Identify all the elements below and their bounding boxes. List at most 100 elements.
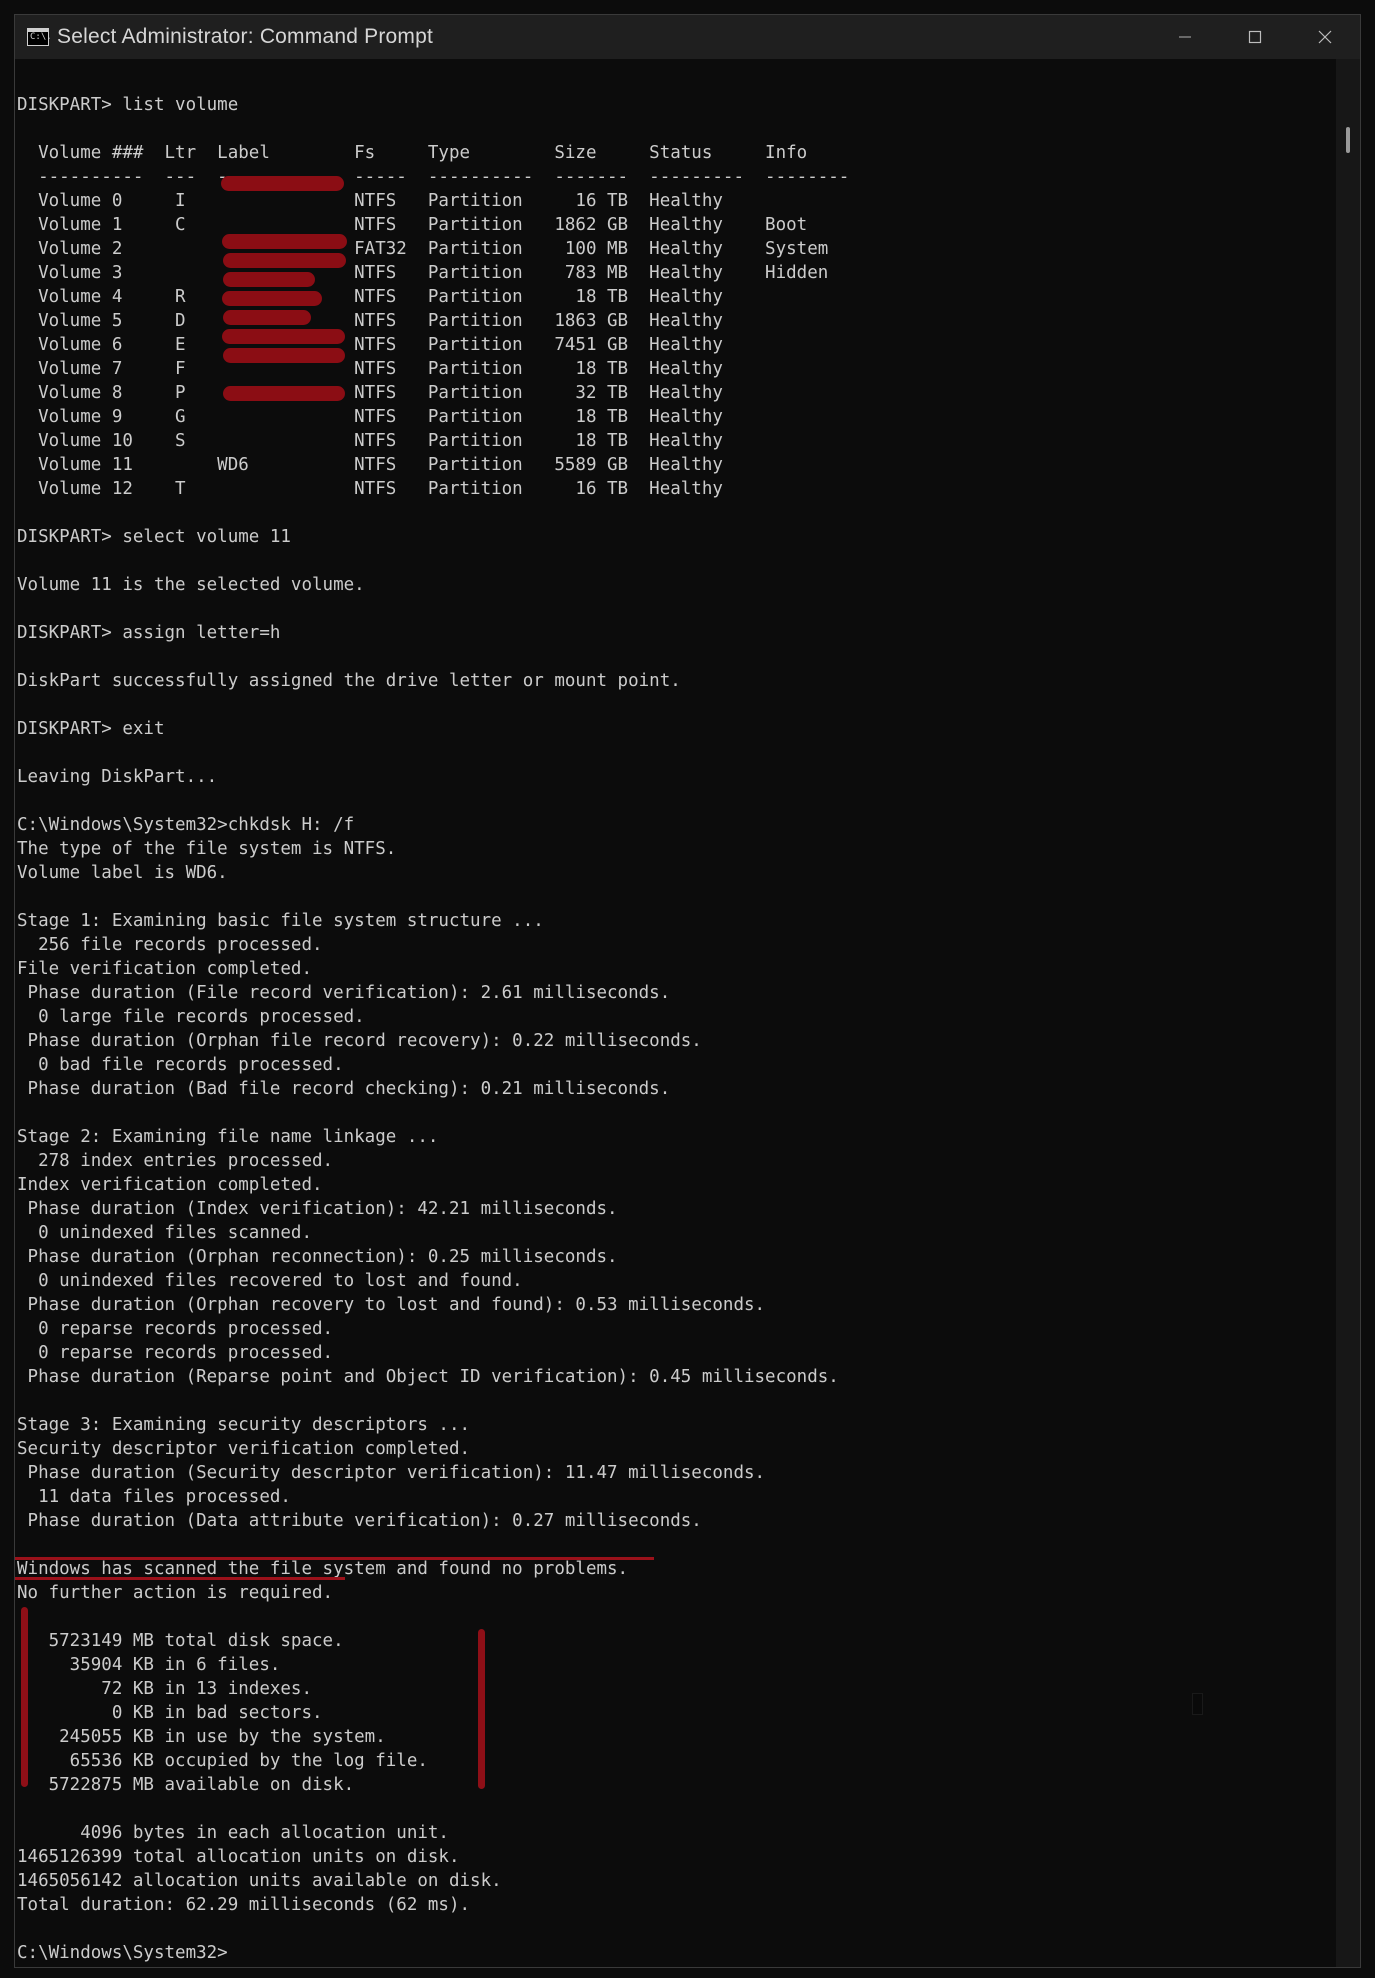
console-line: Leaving DiskPart...	[17, 767, 218, 787]
console-line: Stage 2: Examining file name linkage ...	[17, 1127, 439, 1147]
console-line: Volume 7 F NTFS Partition 18 TB Healthy	[17, 359, 723, 379]
label-redaction	[223, 310, 311, 325]
console-line: Security descriptor verification complet…	[17, 1439, 471, 1459]
console-line: 72 KB in 13 indexes.	[17, 1679, 313, 1699]
console-line: 1465056142 allocation units available on…	[17, 1871, 502, 1891]
console-line: Phase duration (Bad file record checking…	[17, 1079, 671, 1099]
console-line: Total duration: 62.29 milliseconds (62 m…	[17, 1895, 471, 1915]
console-line: 35904 KB in 6 files.	[17, 1655, 281, 1675]
console-line: DiskPart successfully assigned the drive…	[17, 671, 681, 691]
console-line: Phase duration (Index verification): 42.…	[17, 1199, 618, 1219]
console-line: Stage 1: Examining basic file system str…	[17, 911, 544, 931]
maximize-icon	[1248, 30, 1262, 44]
console-line: Volume 10 S NTFS Partition 18 TB Healthy	[17, 431, 723, 451]
icon-glyph: C:\.	[30, 32, 52, 42]
console-line: Volume 2 FAT32 Partition 100 MB Healthy …	[17, 239, 829, 259]
console-text: DISKPART> list volume Volume ### Ltr Lab…	[17, 93, 849, 1965]
console-line: DISKPART> list volume	[17, 95, 239, 115]
console-line: DISKPART> select volume 11	[17, 527, 291, 547]
console-line: 0 bad file records processed.	[17, 1055, 344, 1075]
console-line: 0 unindexed files recovered to lost and …	[17, 1271, 523, 1291]
console-line: Phase duration (Data attribute verificat…	[17, 1511, 702, 1531]
console-line: Volume 0 I NTFS Partition 16 TB Healthy	[17, 191, 723, 211]
label-redaction	[222, 291, 322, 306]
console-line: Volume 6 E NTFS Partition 7451 GB Health…	[17, 335, 723, 355]
console-line: Index verification completed.	[17, 1175, 323, 1195]
console-line: Volume 8 P NTFS Partition 32 TB Healthy	[17, 383, 723, 403]
console-line: 5722875 MB available on disk.	[17, 1775, 355, 1795]
scrollbar-thumb[interactable]	[1346, 127, 1350, 153]
label-redaction	[221, 176, 344, 191]
console-line: Phase duration (File record verification…	[17, 983, 671, 1003]
label-redaction	[223, 253, 346, 268]
window-controls	[1150, 15, 1360, 59]
maximize-button[interactable]	[1220, 15, 1290, 59]
console-line: 11 data files processed.	[17, 1487, 291, 1507]
console-line: Volume 11 WD6 NTFS Partition 5589 GB Hea…	[17, 455, 723, 475]
console-line: Volume 3 NTFS Partition 783 MB Healthy H…	[17, 263, 829, 283]
label-redaction	[223, 272, 315, 287]
minimize-button[interactable]	[1150, 15, 1220, 59]
console-output-area[interactable]: DISKPART> list volume Volume ### Ltr Lab…	[15, 59, 1336, 1967]
console-line: C:\Windows\System32>chkdsk H: /f	[17, 815, 355, 835]
console-line: 65536 KB occupied by the log file.	[17, 1751, 428, 1771]
console-line: File verification completed.	[17, 959, 313, 979]
console-line: The type of the file system is NTFS.	[17, 839, 397, 859]
annotation-underline	[15, 1557, 654, 1560]
window-title: Select Administrator: Command Prompt	[57, 25, 434, 48]
console-line: 5723149 MB total disk space.	[17, 1631, 344, 1651]
console-line: Volume 9 G NTFS Partition 18 TB Healthy	[17, 407, 723, 427]
annotation-underline	[15, 1577, 345, 1580]
console-line: Volume 5 D NTFS Partition 1863 GB Health…	[17, 311, 723, 331]
label-redaction	[222, 234, 347, 249]
vertical-scrollbar[interactable]	[1336, 59, 1360, 1967]
console-line: Phase duration (Orphan file record recov…	[17, 1031, 702, 1051]
annotation-bracket-left	[21, 1607, 28, 1787]
console-line: Volume 12 T NTFS Partition 16 TB Healthy	[17, 479, 723, 499]
title-bar[interactable]: C:\. Select Administrator: Command Promp…	[15, 15, 1360, 59]
console-line: 0 large file records processed.	[17, 1007, 365, 1027]
annotation-bracket-right	[478, 1629, 485, 1789]
console-line: Volume label is WD6.	[17, 863, 228, 883]
console-line: 0 reparse records processed.	[17, 1319, 334, 1339]
console-line: Stage 3: Examining security descriptors …	[17, 1415, 471, 1435]
console-line: Phase duration (Orphan recovery to lost …	[17, 1295, 766, 1315]
command-prompt-icon: C:\.	[27, 28, 52, 46]
close-icon	[1318, 30, 1332, 44]
console-line: DISKPART> assign letter=h	[17, 623, 281, 643]
close-button[interactable]	[1290, 15, 1360, 59]
console-line: 0 KB in bad sectors.	[17, 1703, 323, 1723]
console-line: Volume 4 R NTFS Partition 18 TB Healthy	[17, 287, 723, 307]
console-line: No further action is required.	[17, 1583, 334, 1603]
console-line: Phase duration (Reparse point and Object…	[17, 1367, 839, 1387]
console-line: Phase duration (Security descriptor veri…	[17, 1463, 766, 1483]
console-line: DISKPART> exit	[17, 719, 165, 739]
console-line: C:\Windows\System32>	[17, 1943, 228, 1963]
console-line: 0 unindexed files scanned.	[17, 1223, 313, 1243]
console-line: 278 index entries processed.	[17, 1151, 334, 1171]
console-line: Volume 1 C NTFS Partition 1862 GB Health…	[17, 215, 808, 235]
console-line: ---------- --- ----------- ----- -------…	[17, 167, 850, 187]
label-redaction	[223, 386, 345, 401]
console-line: Volume ### Ltr Label Fs Type Size Status…	[17, 143, 808, 163]
label-redaction	[222, 329, 345, 344]
console-line: 4096 bytes in each allocation unit.	[17, 1823, 449, 1843]
console-line: Volume 11 is the selected volume.	[17, 575, 365, 595]
console-line: 245055 KB in use by the system.	[17, 1727, 386, 1747]
minimize-icon	[1179, 36, 1191, 38]
console-line: Phase duration (Orphan reconnection): 0.…	[17, 1247, 618, 1267]
